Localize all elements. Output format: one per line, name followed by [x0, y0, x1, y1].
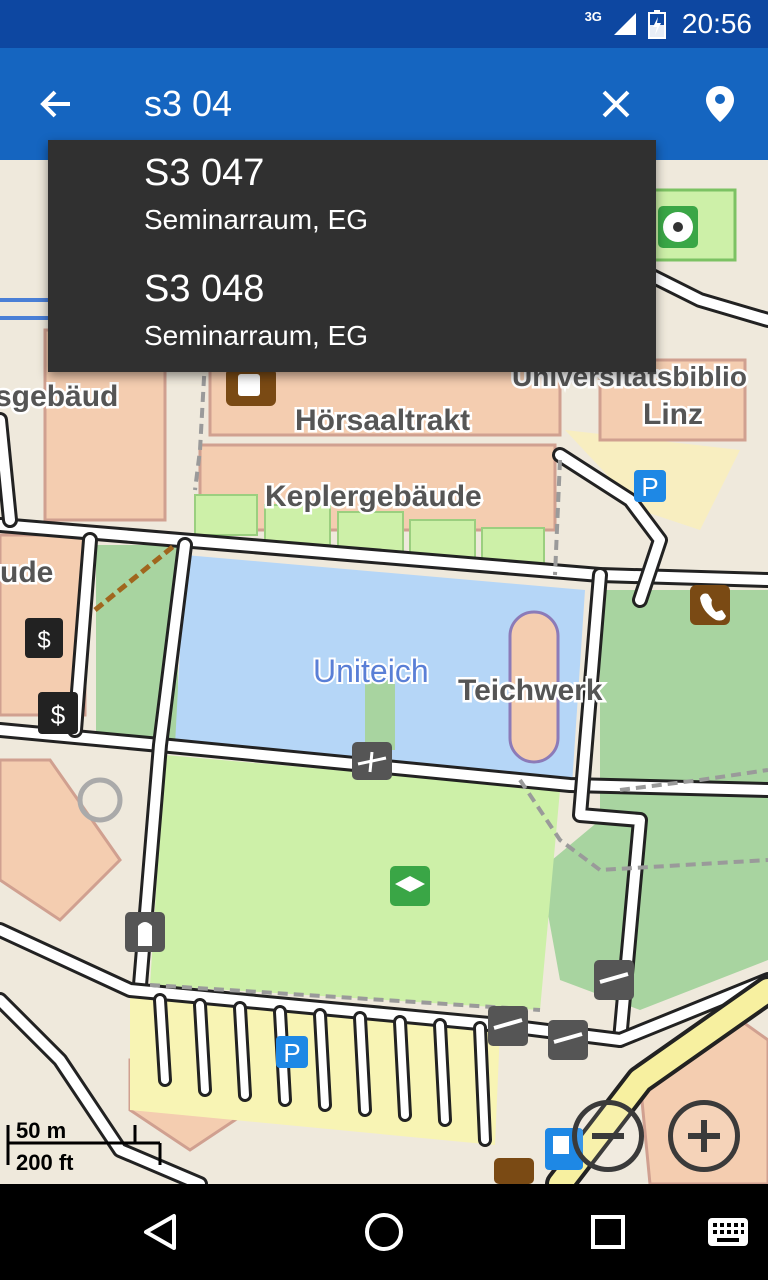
- nav-recents-button[interactable]: [578, 1202, 638, 1262]
- map-label-library-line2: Linz: [643, 398, 703, 431]
- network-type: 3G: [584, 8, 602, 24]
- bank-icon[interactable]: $: [25, 618, 63, 658]
- parking-icon[interactable]: P: [634, 470, 666, 502]
- arrow-back-icon: [40, 90, 70, 118]
- nav-home-button[interactable]: [354, 1202, 414, 1262]
- svg-text:$: $: [51, 700, 66, 730]
- scale-imperial: 200 ft: [16, 1150, 74, 1175]
- map-label-pond: Uniteich: [313, 653, 429, 689]
- close-icon: [602, 90, 630, 118]
- map-label-lecture-hall: Hörsaaltrakt: [295, 404, 470, 437]
- zoom-out-icon: [592, 1133, 624, 1139]
- battery-icon: [647, 10, 666, 39]
- square-recents-icon: [591, 1215, 625, 1249]
- zoom-out-button[interactable]: [572, 1100, 644, 1172]
- zoom-in-button[interactable]: [668, 1100, 740, 1172]
- gate-icon-2[interactable]: [488, 1006, 528, 1046]
- circle-home-icon: [365, 1213, 403, 1251]
- suggestion-item[interactable]: S3 047 Seminarraum, EG: [48, 140, 656, 256]
- back-button[interactable]: [28, 76, 84, 132]
- university-icon[interactable]: [390, 866, 430, 906]
- recycling-icon[interactable]: [494, 1158, 534, 1184]
- svg-text:$: $: [37, 627, 50, 654]
- clock: 20:56: [681, 8, 752, 39]
- status-bar: 3G 20:56: [0, 0, 768, 48]
- soccer-icon[interactable]: [658, 206, 698, 248]
- nav-back-button[interactable]: [130, 1202, 190, 1262]
- suggestion-title: S3 048: [144, 268, 265, 310]
- suggestion-title: S3 047: [144, 152, 265, 194]
- zoom-in-icon: [688, 1120, 720, 1152]
- system-nav-bar: [0, 1184, 768, 1280]
- suggestion-item[interactable]: S3 048 Seminarraum, EG: [48, 256, 656, 372]
- clear-search-button[interactable]: [588, 76, 644, 132]
- triangle-back-icon: [144, 1214, 176, 1250]
- cafe-icon[interactable]: [226, 368, 276, 406]
- signal-icon: [613, 13, 636, 35]
- suggestion-subtitle: Seminarraum, EG: [144, 320, 369, 351]
- map-label-left-building: sgebäud: [0, 380, 118, 413]
- map-label-teichwerk: Teichwerk: [458, 674, 603, 707]
- gate-icon[interactable]: [594, 960, 634, 1000]
- map-label-left-building2: ude: [0, 556, 53, 589]
- memorial-icon[interactable]: [125, 912, 165, 952]
- keyboard-switch-button[interactable]: [698, 1202, 758, 1262]
- search-input[interactable]: [144, 78, 574, 130]
- phone-icon[interactable]: [690, 585, 730, 625]
- parking-icon-2[interactable]: P: [276, 1036, 308, 1068]
- scale-metric: 50 m: [16, 1118, 67, 1143]
- atm-icon[interactable]: $: [38, 692, 78, 734]
- location-pin-icon: [706, 86, 734, 122]
- keyboard-icon: [708, 1218, 748, 1246]
- gate-icon-3[interactable]: [548, 1020, 588, 1060]
- svg-text:P: P: [641, 472, 658, 502]
- barrier-icon[interactable]: [352, 742, 392, 780]
- search-suggestions-dropdown: S3 047 Seminarraum, EG S3 048 Seminarrau…: [48, 140, 656, 372]
- location-button[interactable]: [692, 76, 748, 132]
- map-label-kepler: Keplergebäude: [265, 480, 482, 513]
- suggestion-subtitle: Seminarraum, EG: [144, 204, 369, 235]
- svg-text:P: P: [283, 1038, 300, 1068]
